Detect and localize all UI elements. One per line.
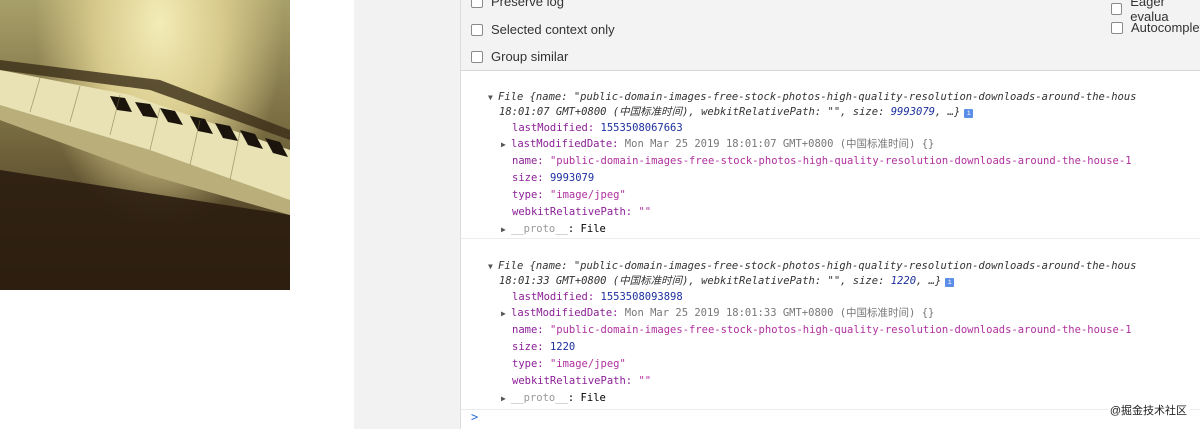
prop-value: 1553508067663 [600, 122, 683, 134]
devtools-console: Preserve log Selected context only Group… [460, 0, 1200, 429]
log-entry: ▼ File {name: "public-domain-images-free-… [461, 70, 1200, 239]
prop-size: size: 1220 [512, 340, 575, 354]
info-icon[interactable]: i [945, 278, 955, 287]
expand-triangle-icon[interactable]: ▼ [488, 260, 498, 274]
file-summary-line[interactable]: ▼ File {name: "public-domain-images-free-… [488, 90, 1136, 105]
expand-triangle-icon[interactable]: ▶ [501, 223, 511, 237]
prop-value: 1553508093898 [600, 291, 683, 303]
prop-name: name: "public-domain-images-free-stock-p… [512, 154, 1132, 168]
prop-key: type: [512, 358, 544, 370]
prop-value: 9993079 [549, 172, 595, 184]
selected-context-label: Selected context only [491, 22, 615, 37]
prop-value: "image/jpeg" [549, 189, 626, 201]
file-summary-text: File {name: "public-domain-images-free-s… [498, 260, 1137, 272]
prop-key: type: [512, 189, 544, 201]
file-summary-text-2: 18:01:07 GMT+0800 (中国标准时间), webkitRelati… [499, 106, 891, 118]
expand-triangle-icon[interactable]: ▼ [488, 91, 498, 105]
checkbox-icon[interactable] [1111, 21, 1123, 34]
console-settings-bar: Preserve log Selected context only Group… [461, 0, 1200, 71]
prop-type: type: "image/jpeg" [512, 357, 626, 371]
expand-triangle-icon[interactable]: ▶ [501, 307, 511, 321]
console-log: ▼ File {name: "public-domain-images-free-… [461, 70, 1200, 410]
file-summary-text: File {name: "public-domain-images-free-s… [498, 91, 1137, 103]
prop-key: lastModified: [512, 291, 595, 303]
prop-proto[interactable]: ▶ __proto__: File [501, 222, 606, 237]
file-summary-line-2: 18:01:33 GMT+0800 (中国标准时间), webkitRelati… [499, 274, 955, 288]
page-gutter [354, 0, 460, 429]
checkbox-icon[interactable] [1111, 3, 1123, 15]
prop-lastModified: lastModified: 1553508093898 [512, 290, 683, 304]
prop-value: Mon Mar 25 2019 18:01:07 GMT+0800 (中国标准时… [624, 138, 935, 150]
prop-key: lastModifiedDate: [511, 138, 619, 150]
piano-photo [0, 0, 290, 290]
prop-key: __proto__ [511, 223, 568, 235]
prop-value: "public-domain-images-free-stock-photos-… [549, 155, 1132, 167]
prop-lastModifiedDate[interactable]: ▶ lastModifiedDate: Mon Mar 25 2019 18:01… [501, 306, 934, 321]
autocomplete-option[interactable]: Autocomplet [1111, 20, 1200, 35]
watermark: @掘金技术社区 [1106, 401, 1190, 419]
prop-value: Mon Mar 25 2019 18:01:33 GMT+0800 (中国标准时… [624, 307, 935, 319]
group-similar-option[interactable]: Group similar [471, 49, 568, 64]
summary-size: 9993079 [890, 106, 935, 118]
group-similar-label: Group similar [491, 49, 569, 64]
prop-key: size: [512, 341, 544, 353]
checkbox-icon[interactable] [471, 0, 483, 8]
file-summary-line-2: 18:01:07 GMT+0800 (中国标准时间), webkitRelati… [499, 105, 974, 119]
preserve-log-label: Preserve log [491, 0, 564, 9]
summary-ellipsis: , …} [935, 106, 961, 118]
expand-triangle-icon[interactable]: ▶ [501, 138, 511, 152]
prop-value: : File [567, 223, 606, 235]
info-icon[interactable]: i [964, 109, 974, 118]
prop-key: lastModifiedDate: [511, 307, 619, 319]
checkbox-icon[interactable] [471, 50, 483, 63]
file-summary-text-2: 18:01:33 GMT+0800 (中国标准时间), webkitRelati… [499, 275, 891, 287]
prop-value: "public-domain-images-free-stock-photos-… [549, 324, 1132, 336]
log-entry: ▼ File {name: "public-domain-images-free-… [461, 239, 1200, 410]
expand-triangle-icon[interactable]: ▶ [501, 392, 511, 406]
prop-key: name: [512, 155, 544, 167]
prop-key: __proto__ [511, 392, 568, 404]
prop-lastModified: lastModified: 1553508067663 [512, 121, 683, 135]
selected-context-option[interactable]: Selected context only [471, 22, 615, 37]
autocomplete-label: Autocomplet [1131, 20, 1200, 35]
prop-key: webkitRelativePath: [512, 375, 633, 387]
summary-ellipsis: , …} [916, 275, 942, 287]
file-summary-line[interactable]: ▼ File {name: "public-domain-images-free-… [488, 259, 1136, 274]
prop-webkitRelativePath: webkitRelativePath: "" [512, 205, 651, 219]
prop-key: size: [512, 172, 544, 184]
prop-lastModifiedDate[interactable]: ▶ lastModifiedDate: Mon Mar 25 2019 18:01… [501, 137, 934, 152]
prop-value: "" [638, 206, 652, 218]
prop-value: "" [638, 375, 652, 387]
prop-key: name: [512, 324, 544, 336]
prop-size: size: 9993079 [512, 171, 594, 185]
prop-key: lastModified: [512, 122, 595, 134]
prop-value: "image/jpeg" [549, 358, 626, 370]
checkbox-icon[interactable] [471, 23, 483, 36]
prop-key: webkitRelativePath: [512, 206, 633, 218]
prop-value: 1220 [549, 341, 576, 353]
prop-webkitRelativePath: webkitRelativePath: "" [512, 374, 651, 388]
prop-type: type: "image/jpeg" [512, 188, 626, 202]
prop-proto[interactable]: ▶ __proto__: File [501, 391, 606, 406]
prop-name: name: "public-domain-images-free-stock-p… [512, 323, 1132, 337]
prop-value: : File [567, 392, 606, 404]
console-prompt-icon[interactable]: > [471, 410, 478, 424]
summary-size: 1220 [890, 275, 917, 287]
preserve-log-option[interactable]: Preserve log [471, 0, 564, 9]
